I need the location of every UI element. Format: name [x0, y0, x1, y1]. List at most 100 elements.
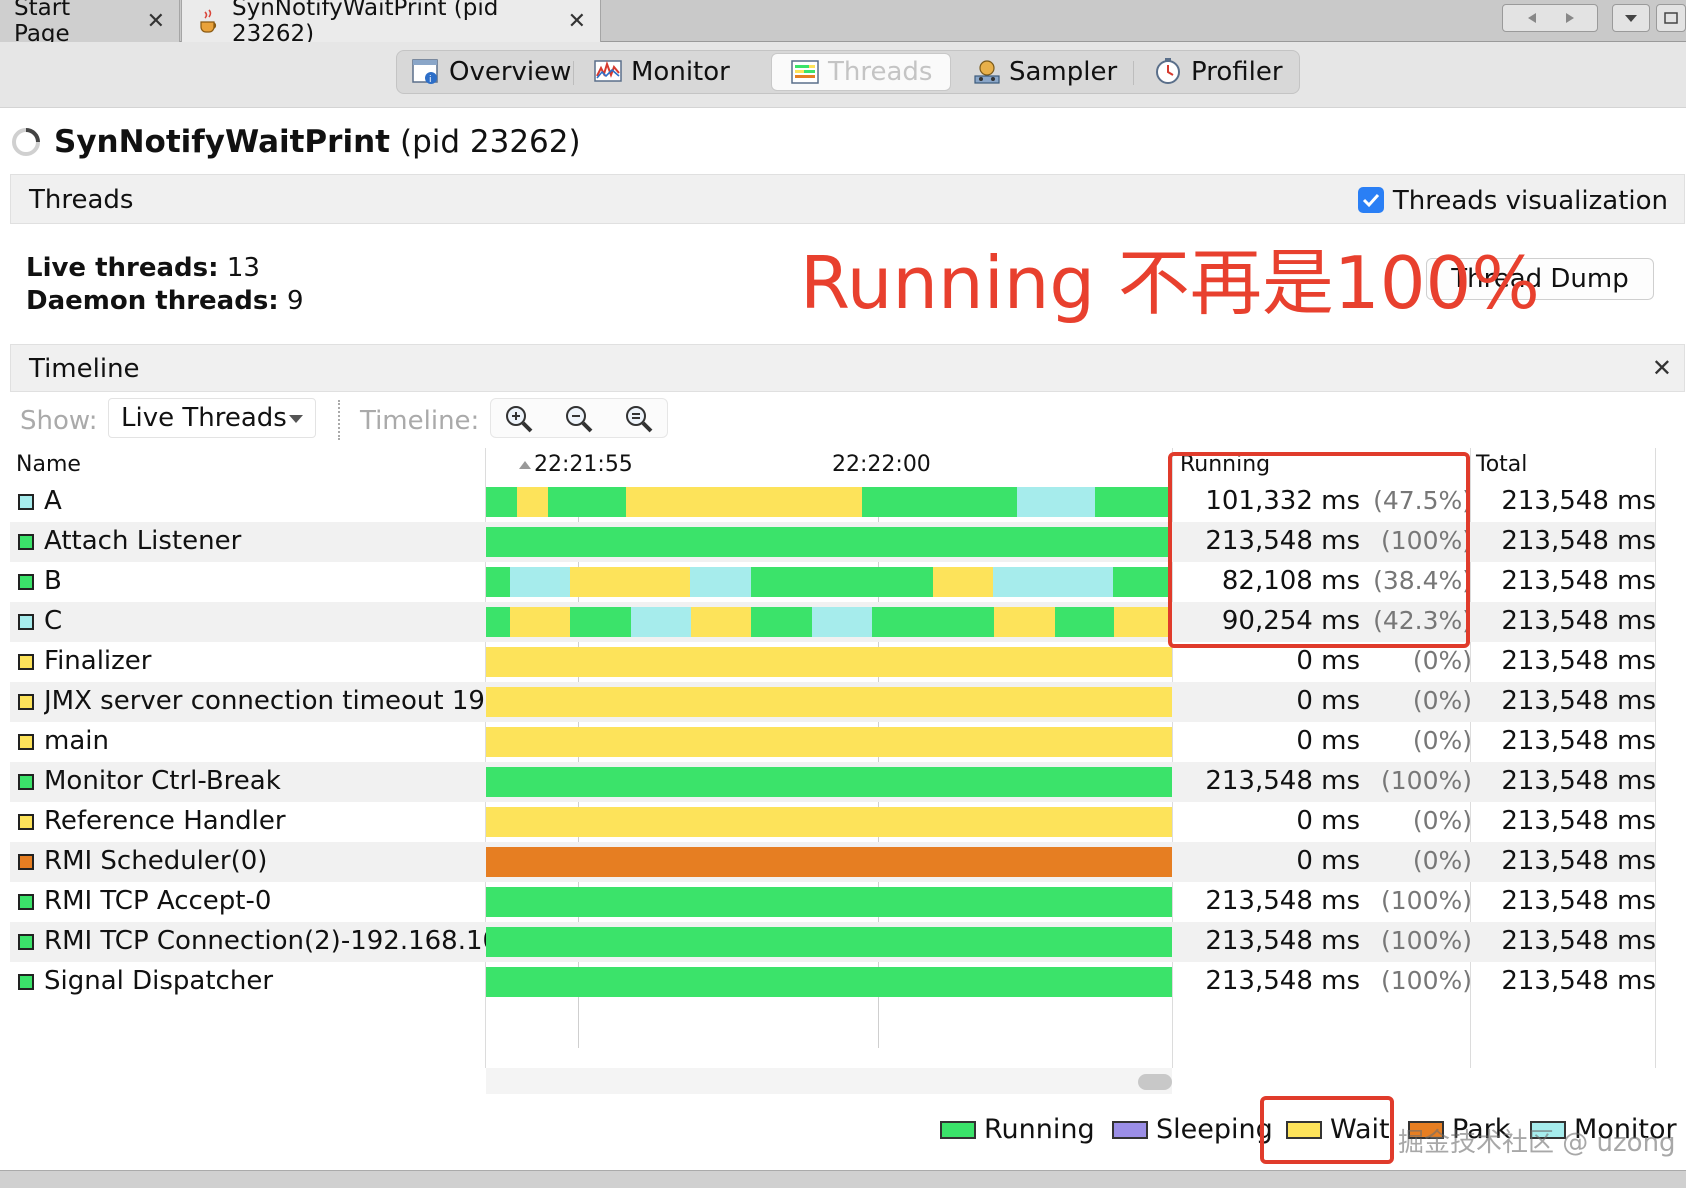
running-time: 213,548 ms: [1205, 766, 1360, 796]
daemon-threads-label: Daemon threads:: [26, 286, 279, 316]
legend-sleeping: Sleeping: [1112, 1114, 1273, 1145]
running-time: 213,548 ms: [1205, 926, 1360, 956]
horizontal-scrollbar[interactable]: [486, 1068, 1172, 1094]
table-row[interactable]: RMI TCP Connection(2)-192.168.10 213,548 …: [10, 922, 1656, 962]
zoom-out-icon[interactable]: [563, 403, 595, 435]
timeline-segment-running: [486, 607, 510, 637]
chevron-down-icon: [289, 415, 303, 423]
column-header-total[interactable]: Total: [1476, 452, 1527, 477]
table-row[interactable]: RMI Scheduler(0) 0 ms (0%) 213,548 ms: [10, 842, 1656, 882]
thread-name: Attach Listener: [44, 526, 242, 556]
timeline-segment-wait: [570, 567, 691, 597]
window-icon: [1664, 12, 1678, 24]
tab-separator: [1133, 61, 1134, 85]
timeline-title: Timeline: [29, 354, 140, 384]
legend-swatch: [940, 1120, 976, 1139]
thread-name: RMI TCP Connection(2)-192.168.10: [44, 926, 488, 956]
total-time: 213,548 ms: [1501, 566, 1656, 596]
document-tab-strip: Start Page ✕ SynNotifyWaitPrint (pid 232…: [0, 0, 1686, 47]
running-time: 213,548 ms: [1205, 886, 1360, 916]
threads-icon: [790, 58, 820, 86]
total-time: 213,548 ms: [1501, 846, 1656, 876]
tab-monitor[interactable]: Monitor: [593, 53, 730, 91]
timeline-segment-running: [486, 767, 1172, 797]
thread-stats: Live threads: 13 Daemon threads: 9: [26, 252, 304, 318]
monitor-chart-icon: [593, 58, 623, 86]
running-time: 0 ms: [1296, 806, 1360, 836]
table-row[interactable]: Signal Dispatcher 213,548 ms (100%) 213,548…: [10, 962, 1656, 1002]
timeline-segment-running: [872, 607, 995, 637]
chevron-left-right-icon: [1528, 13, 1574, 23]
thread-timeline-bar: [486, 847, 1172, 877]
scrollbar-thumb[interactable]: [1138, 1074, 1172, 1090]
legend-label: Sleeping: [1156, 1114, 1273, 1145]
threads-section-header: Threads Threads visualization: [10, 174, 1685, 224]
tab-list-button[interactable]: [1612, 4, 1650, 32]
column-header-time-start[interactable]: 22:21:55: [534, 452, 633, 477]
window-restore-button[interactable]: [1656, 4, 1686, 32]
live-threads-value: 13: [226, 253, 260, 283]
timeline-segment-running: [1054, 607, 1115, 637]
legend-label: Running: [984, 1114, 1095, 1145]
watermark: 掘金技术社区 @ uzong: [1398, 1128, 1676, 1158]
annotation-overlay: Running 不再是100%: [800, 241, 1540, 325]
close-icon[interactable]: ✕: [1652, 354, 1672, 382]
thread-timeline-bar: [486, 527, 1172, 557]
timeline-segment-wait: [932, 567, 993, 597]
svg-text:i: i: [429, 75, 432, 85]
thread-timeline-bar: [486, 767, 1172, 797]
table-row[interactable]: main 0 ms (0%) 213,548 ms: [10, 722, 1656, 762]
column-header-time-mid: 22:22:00: [832, 452, 931, 477]
view-tab-group: i Overview Monitor Threads Sampler Profi…: [396, 50, 1300, 94]
timeline-segment-wait: [486, 647, 1172, 677]
table-row[interactable]: RMI TCP Accept-0 213,548 ms (100%) 213,548 …: [10, 882, 1656, 922]
tab-start-page[interactable]: Start Page ✕: [0, 0, 180, 47]
running-time: 0 ms: [1296, 846, 1360, 876]
thread-state-square-icon: [18, 654, 34, 670]
tab-overview[interactable]: i Overview: [411, 53, 571, 91]
tab-profiler-label: Profiler: [1191, 57, 1283, 87]
timeline-segment-wait: [516, 487, 548, 517]
tab-overview-label: Overview: [449, 57, 572, 87]
zoom-fit-icon[interactable]: [623, 403, 655, 435]
table-row[interactable]: Finalizer 0 ms (0%) 213,548 ms: [10, 642, 1656, 682]
timeline-segment-wait: [486, 727, 1172, 757]
close-icon[interactable]: ✕: [568, 9, 586, 34]
timeline-segment-monitor: [811, 607, 873, 637]
process-name: SynNotifyWaitPrint: [54, 124, 390, 160]
timeline-segment-monitor: [690, 567, 751, 597]
timeline-controls: Show: Live Threads Timeline:: [0, 392, 1686, 446]
table-row[interactable]: Monitor Ctrl-Break 213,548 ms (100%) 213,54…: [10, 762, 1656, 802]
tab-threads[interactable]: Threads: [771, 53, 952, 91]
show-dropdown[interactable]: Live Threads: [108, 398, 316, 438]
tab-profiler[interactable]: Profiler: [1153, 53, 1283, 91]
column-header-name[interactable]: Name: [16, 452, 81, 477]
thread-name: C: [44, 606, 63, 636]
table-row[interactable]: Reference Handler 0 ms (0%) 213,548 ms: [10, 802, 1656, 842]
zoom-buttons: [490, 398, 668, 438]
show-label: Show:: [20, 406, 98, 436]
table-row[interactable]: JMX server connection timeout 19 0 ms (0%)…: [10, 682, 1656, 722]
loading-spinner-icon: [12, 128, 40, 156]
timeline-section-header: Timeline ✕: [10, 344, 1685, 392]
zoom-in-icon[interactable]: [503, 403, 535, 435]
timeline-segment-running: [547, 487, 626, 517]
status-bar: [0, 1170, 1686, 1188]
timeline-segment-wait: [486, 807, 1172, 837]
thread-timeline-bar: [486, 567, 1172, 597]
thread-state-square-icon: [18, 814, 34, 830]
thread-state-square-icon: [18, 854, 34, 870]
threads-visualization-checkbox[interactable]: [1358, 187, 1384, 213]
timeline-segment-monitor: [630, 607, 692, 637]
timeline-segment-monitor: [510, 567, 571, 597]
tab-process[interactable]: SynNotifyWaitPrint (pid 23262) ✕: [181, 0, 601, 47]
tab-sampler[interactable]: Sampler: [971, 53, 1117, 91]
tab-scroll-buttons[interactable]: [1502, 4, 1598, 32]
tab-separator: [573, 61, 574, 85]
highlight-box-wait: [1260, 1096, 1394, 1164]
overview-icon: i: [411, 58, 441, 86]
total-time: 213,548 ms: [1501, 526, 1656, 556]
close-icon[interactable]: ✕: [147, 9, 165, 34]
total-time: 213,548 ms: [1501, 726, 1656, 756]
thread-timeline-bar: [486, 887, 1172, 917]
